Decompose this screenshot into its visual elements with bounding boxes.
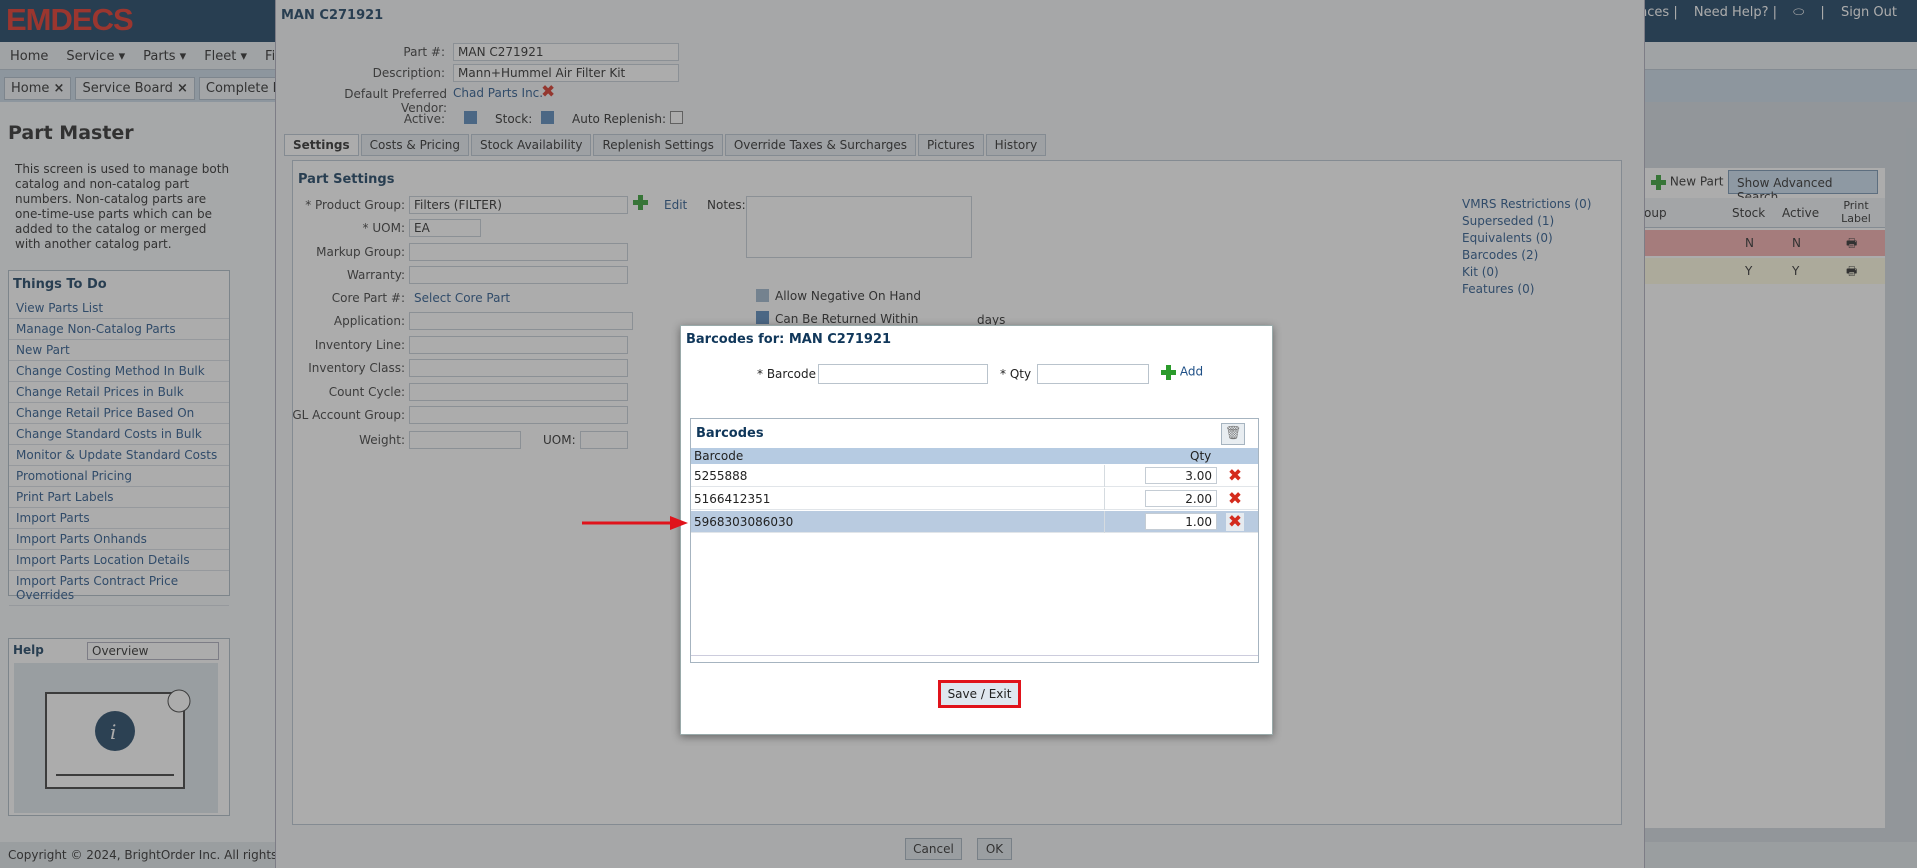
table-row[interactable]: 5255888 3.00 ✖ xyxy=(691,465,1258,487)
delete-all-button[interactable]: 🗑 xyxy=(1221,423,1245,445)
qty-field[interactable]: 1.00 xyxy=(1145,513,1217,530)
qty-label: * Qty xyxy=(1000,367,1032,381)
barcodes-grid-title: Barcodes xyxy=(696,426,764,441)
col-barcode: Barcode xyxy=(694,449,744,463)
delete-row-icon[interactable]: ✖ xyxy=(1226,490,1244,508)
table-row-selected[interactable]: 5968303086030 1.00 ✖ xyxy=(691,511,1258,533)
column-divider xyxy=(1104,511,1105,533)
grid-footer xyxy=(691,655,1258,662)
qty-field[interactable]: 2.00 xyxy=(1145,490,1217,507)
barcode-input[interactable] xyxy=(818,364,988,384)
trash-icon: 🗑 xyxy=(1224,426,1242,441)
qty-field[interactable]: 3.00 xyxy=(1145,467,1217,484)
annotation-arrow-icon xyxy=(582,516,688,530)
column-divider xyxy=(1104,465,1105,487)
barcodes-grid-header xyxy=(691,448,1258,464)
table-row[interactable]: 5166412351 2.00 ✖ xyxy=(691,488,1258,510)
delete-row-icon[interactable]: ✖ xyxy=(1226,467,1244,485)
barcodes-dialog-title: Barcodes for: MAN C271921 xyxy=(686,332,892,347)
plus-icon xyxy=(1160,364,1176,380)
column-divider xyxy=(1104,488,1105,510)
add-label: Add xyxy=(1179,364,1204,379)
col-qty: Qty xyxy=(1190,449,1212,463)
barcode-label: * Barcode xyxy=(757,367,817,381)
qty-input[interactable] xyxy=(1037,364,1149,384)
delete-row-icon[interactable]: ✖ xyxy=(1226,513,1244,531)
add-barcode-button[interactable]: Add xyxy=(1160,364,1203,380)
save-exit-button[interactable]: Save / Exit xyxy=(938,680,1021,708)
